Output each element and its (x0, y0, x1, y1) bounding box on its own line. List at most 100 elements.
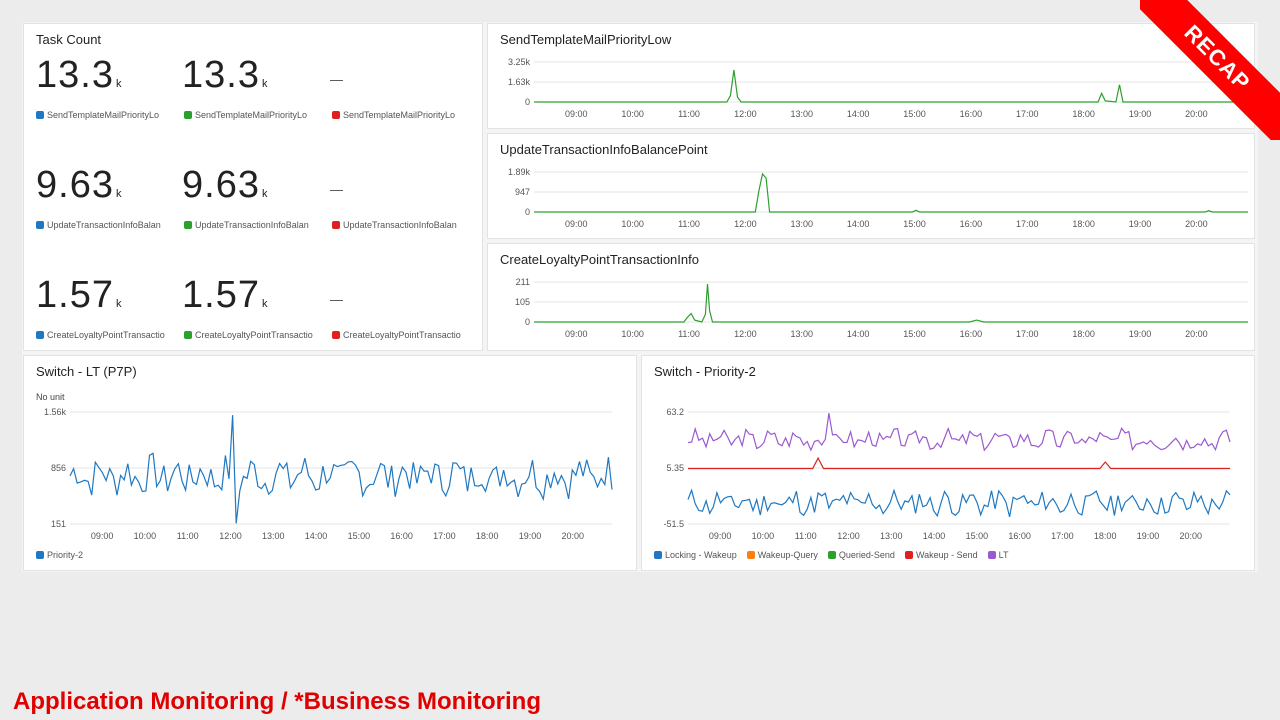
stat-legend-item[interactable]: CreateLoyaltyPointTransactio (332, 330, 462, 340)
x-tick-label: 16:00 (1008, 531, 1031, 541)
x-tick-label: 09:00 (91, 531, 114, 541)
x-tick-label: 09:00 (565, 109, 588, 119)
stat-number: 9.63 (36, 164, 114, 206)
legend-item[interactable]: Queried-Send (827, 550, 895, 560)
stat-legend-item[interactable]: UpdateTransactionInfoBalan (184, 220, 314, 230)
x-tick-label: 11:00 (795, 531, 817, 541)
x-tick-label: 15:00 (903, 329, 926, 339)
x-tick-label: 13:00 (790, 109, 813, 119)
x-tick-label: 13:00 (262, 531, 285, 541)
panel-title: Task Count (36, 32, 102, 47)
x-tick-label: 19:00 (519, 531, 542, 541)
panel-title: UpdateTransactionInfoBalancePoint (500, 142, 708, 157)
legend-item[interactable]: Wakeup-Query (746, 550, 818, 560)
stat-row: 13.3 k 13.3 k — SendTemplateMailPriorityLo Sen… (24, 54, 484, 164)
x-tick-label: 09:00 (709, 531, 732, 541)
stat-number: 13.3 (182, 54, 260, 96)
switch-lt-chart: No unit 1.56k 856 151 09:00 10:00 11:00 12:00 13… (36, 392, 613, 541)
x-tick-label: 15:00 (348, 531, 371, 541)
series-line (687, 413, 1231, 452)
legend-label: Locking - Wakeup (665, 550, 737, 560)
legend-item[interactable]: Locking - Wakeup (654, 550, 737, 560)
x-tick-label: 17:00 (1016, 109, 1039, 119)
stat-value: 1.57 k (182, 274, 267, 317)
y-tick-label: 63.2 (666, 407, 684, 417)
x-tick-label: 14:00 (847, 329, 870, 339)
y-axis-label: No unit (36, 392, 65, 402)
stat-legend-item[interactable]: SendTemplateMailPriorityLo (184, 110, 314, 120)
x-tick-label: 16:00 (960, 219, 983, 229)
x-tick-label: 17:00 (1016, 219, 1039, 229)
legend-swatch (904, 551, 913, 559)
legend-item[interactable]: Wakeup - Send (904, 550, 978, 560)
x-tick-label: 17:00 (1016, 329, 1039, 339)
legend-item[interactable]: Priority-2 (36, 550, 83, 560)
legend-label: Priority-2 (47, 550, 84, 560)
series-line (534, 284, 1248, 323)
y-tick-label: 3.25k (508, 57, 531, 67)
panel-title: SendTemplateMailPriorityLow (500, 32, 672, 47)
switch-priority-panel[interactable]: Switch - Priority-2 63.2 5.35 -51.5 09:00 10… (642, 356, 1254, 570)
stat-legend-item[interactable]: SendTemplateMailPriorityLo (332, 110, 462, 120)
legend-swatch (36, 331, 44, 339)
panel-title: Switch - LT (P7P) (36, 364, 137, 379)
x-tick-label: 20:00 (1185, 329, 1208, 339)
y-tick-label: 1.56k (44, 407, 67, 417)
stat-value: 13.3 k (182, 54, 267, 97)
x-tick-label: 14:00 (847, 109, 870, 119)
legend-label: SendTemplateMailPriorityLo (343, 110, 456, 120)
x-tick-label: 13:00 (790, 219, 813, 229)
x-tick-label: 20:00 (1185, 219, 1208, 229)
legend-swatch (36, 111, 44, 119)
chart-legend: Locking - Wakeup Wakeup-Query Queried-Send… (654, 550, 1018, 560)
update-transaction-panel[interactable]: UpdateTransactionInfoBalancePoint 1.89k 9… (488, 134, 1254, 238)
stat-legend-item[interactable]: CreateLoyaltyPointTransactio (184, 330, 314, 340)
series-line (688, 456, 1230, 470)
y-tick-label: 105 (515, 297, 530, 307)
x-tick-label: 18:00 (476, 531, 499, 541)
x-tick-label: 12:00 (219, 531, 242, 541)
switch-lt-panel[interactable]: Switch - LT (P7P) No unit 1.56k 856 151 09:0… (24, 356, 636, 570)
stat-unit: k (115, 298, 122, 310)
x-tick-label: 10:00 (134, 531, 157, 541)
x-tick-label: 10:00 (621, 219, 644, 229)
x-tick-label: 15:00 (903, 109, 926, 119)
x-tick-label: 11:00 (678, 219, 700, 229)
stat-number: 9.63 (182, 164, 260, 206)
legend-item[interactable]: LT (987, 550, 1008, 560)
chart-legend: Priority-2 (36, 550, 93, 560)
stat-legend-item[interactable]: SendTemplateMailPriorityLo (36, 110, 166, 120)
legend-label: Wakeup-Query (757, 550, 818, 560)
legend-label: Wakeup - Send (915, 550, 978, 560)
stat-unit: k (261, 298, 268, 310)
task-count-panel[interactable]: Task Count 13.3 k 13.3 k — SendTemplateMailPr… (24, 24, 482, 350)
stat-unit: k (261, 78, 268, 90)
legend-swatch (184, 221, 192, 229)
series-line (534, 172, 1248, 213)
stat-legend-item[interactable]: UpdateTransactionInfoBalan (332, 220, 462, 230)
legend-label: CreateLoyaltyPointTransactio (47, 330, 165, 340)
stat-legend-item[interactable]: UpdateTransactionInfoBalan (36, 220, 166, 230)
panel-title: CreateLoyaltyPointTransactionInfo (500, 252, 699, 267)
y-tick-label: 947 (515, 187, 530, 197)
footer-title: Application Monitoring / *Business Monit… (13, 688, 541, 715)
y-tick-label: -51.5 (663, 519, 684, 529)
x-tick-label: 19:00 (1129, 219, 1152, 229)
x-tick-label: 15:00 (966, 531, 989, 541)
x-tick-label: 18:00 (1072, 329, 1095, 339)
legend-label: UpdateTransactionInfoBalan (47, 220, 161, 230)
stat-legend-item[interactable]: CreateLoyaltyPointTransactio (36, 330, 166, 340)
create-loyalty-panel[interactable]: CreateLoyaltyPointTransactionInfo 211 105… (488, 244, 1254, 350)
x-tick-label: 17:00 (433, 531, 456, 541)
x-tick-label: 18:00 (1072, 109, 1095, 119)
stat-unit: k (115, 188, 122, 200)
x-tick-label: 13:00 (790, 329, 813, 339)
x-tick-label: 16:00 (960, 329, 983, 339)
y-tick-label: 211 (516, 277, 530, 287)
x-tick-label: 12:00 (734, 329, 757, 339)
y-tick-label: 5.35 (666, 463, 684, 473)
stat-value: 9.63 k (36, 164, 121, 207)
stat-empty-value: — (330, 72, 343, 87)
legend-label: UpdateTransactionInfoBalan (343, 220, 457, 230)
legend-swatch (654, 551, 662, 559)
